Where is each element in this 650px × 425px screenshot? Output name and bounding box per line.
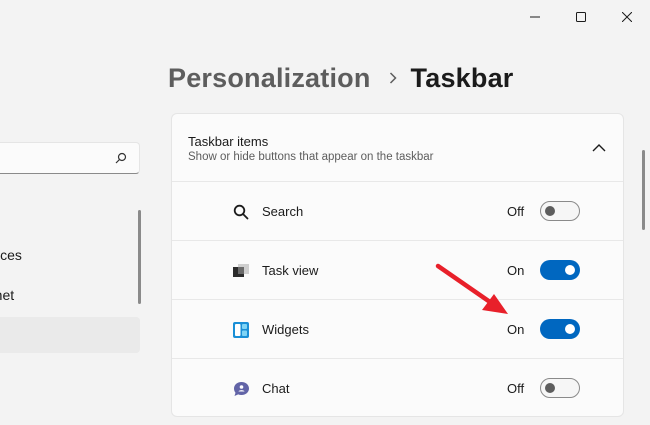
widgets-toggle[interactable] [540, 319, 580, 339]
item-label: Task view [262, 263, 319, 278]
page-title: Taskbar [410, 62, 514, 93]
minimize-button[interactable] [512, 0, 558, 34]
sidebar-item-network-internet[interactable]: rnet [0, 277, 140, 313]
section-title: Taskbar items [188, 134, 269, 149]
sidebar-item-label: rnet [0, 287, 15, 303]
search-icon [115, 152, 127, 164]
search-icon [232, 203, 250, 221]
task-view-toggle[interactable] [540, 260, 580, 280]
toggle-state-text: On [507, 322, 525, 337]
taskbar-items-header[interactable]: Taskbar items Show or hide buttons that … [172, 114, 623, 182]
section-description: Show or hide buttons that appear on the … [188, 151, 434, 163]
chat-icon [232, 380, 250, 398]
taskbar-item-task-view: Task view On [172, 241, 623, 300]
window-controls [512, 0, 650, 34]
close-icon [622, 12, 632, 22]
maximize-icon [576, 12, 586, 22]
toggle-knob [565, 265, 575, 275]
breadcrumb-parent[interactable]: Personalization [168, 63, 371, 94]
sidebar-item-label: vices [0, 247, 22, 263]
toggle-knob [565, 324, 575, 334]
annotation-arrow-icon [435, 263, 508, 314]
widgets-icon [232, 321, 250, 339]
taskbar-items-card: Taskbar items Show or hide buttons that … [171, 113, 624, 417]
sidebar-item-personalization[interactable] [0, 317, 140, 353]
sidebar-search-input[interactable] [0, 142, 140, 174]
toggle-state-text: Off [507, 204, 525, 219]
taskbar-item-chat: Chat Off [172, 359, 623, 416]
search-toggle[interactable] [540, 201, 580, 221]
chat-toggle[interactable] [540, 378, 580, 398]
sidebar-item-devices[interactable]: vices [0, 237, 140, 273]
taskbar-item-widgets: Widgets On [172, 300, 623, 359]
breadcrumb: Personalization Taskbar [168, 58, 514, 98]
close-button[interactable] [604, 0, 650, 34]
toggle-knob [545, 206, 555, 216]
maximize-button[interactable] [558, 0, 604, 34]
main-scrollbar[interactable] [642, 150, 645, 230]
toggle-state-text: Off [507, 381, 525, 396]
item-label: Search [262, 204, 304, 219]
task-view-icon [232, 262, 250, 280]
item-label: Widgets [262, 322, 309, 337]
minimize-icon [530, 16, 540, 18]
item-label: Chat [262, 381, 290, 396]
taskbar-item-search: Search Off [172, 182, 623, 241]
toggle-knob [545, 383, 555, 393]
chevron-right-icon [389, 72, 397, 84]
chevron-up-icon[interactable] [591, 142, 607, 154]
sidebar-scrollbar[interactable] [138, 210, 141, 304]
